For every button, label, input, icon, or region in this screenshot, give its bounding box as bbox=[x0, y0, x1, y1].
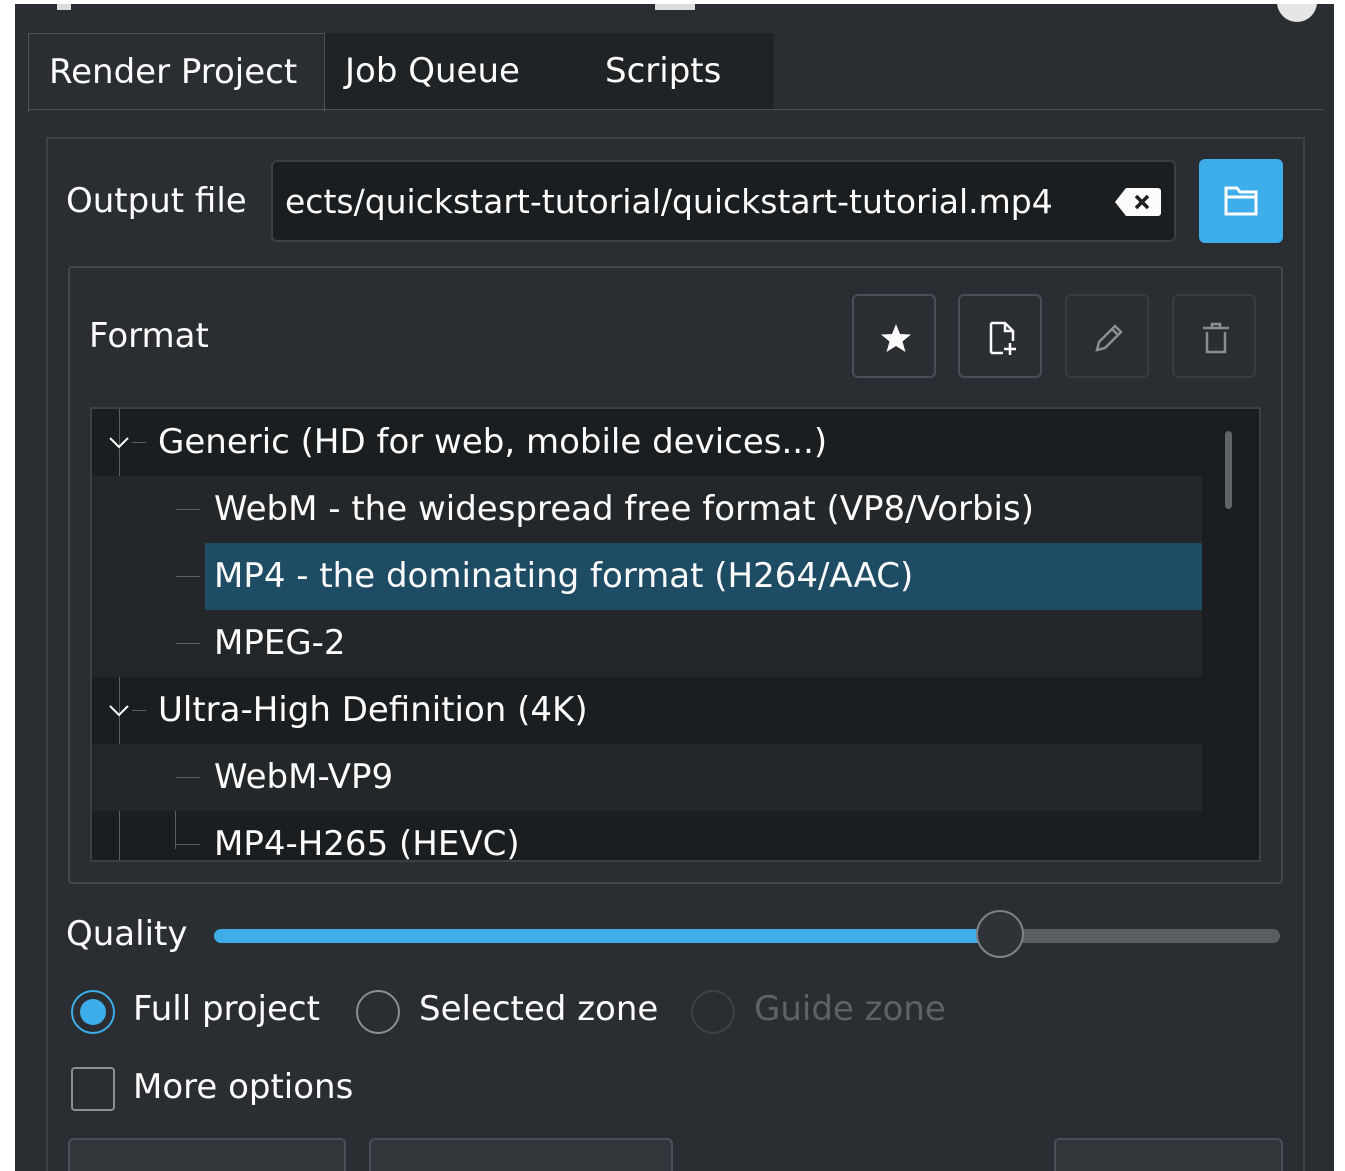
format-label: Format bbox=[89, 316, 209, 356]
window-control-button[interactable] bbox=[1277, 4, 1317, 22]
tree-connector bbox=[176, 509, 200, 510]
quality-label: Quality bbox=[66, 914, 188, 954]
format-tree[interactable]: Generic (HD for web, mobile devices...) … bbox=[90, 407, 1261, 862]
tree-group-label: Generic (HD for web, mobile devices...) bbox=[158, 422, 828, 462]
quality-slider-track[interactable] bbox=[1000, 929, 1280, 943]
favorite-button[interactable] bbox=[852, 294, 936, 378]
close-button[interactable] bbox=[1054, 1138, 1283, 1171]
chevron-down-icon[interactable] bbox=[108, 704, 130, 718]
render-to-file-button[interactable] bbox=[68, 1138, 346, 1171]
tree-item-mp4[interactable]: MP4 - the dominating format (H264/AAC) bbox=[92, 543, 1202, 610]
tree-connector bbox=[176, 643, 200, 644]
tree-item-mpeg2[interactable]: MPEG-2 bbox=[92, 610, 1202, 677]
render-dialog: Render Project Job Queue Scripts Output … bbox=[15, 4, 1334, 1171]
quality-slider-handle[interactable] bbox=[976, 910, 1024, 958]
tab-divider bbox=[28, 109, 1323, 110]
tree-group-uhd[interactable]: Ultra-High Definition (4K) bbox=[92, 677, 1202, 744]
edit-pencil-icon bbox=[1095, 324, 1123, 352]
full-project-label[interactable]: Full project bbox=[133, 989, 320, 1029]
tree-connector bbox=[176, 576, 200, 577]
tree-item-label: WebM-VP9 bbox=[214, 757, 394, 797]
tree-connector bbox=[132, 710, 146, 711]
tree-item-label: MP4 - the dominating format (H264/AAC) bbox=[214, 556, 914, 596]
selected-zone-label[interactable]: Selected zone bbox=[419, 989, 658, 1029]
generate-script-button[interactable] bbox=[369, 1138, 673, 1171]
new-document-icon bbox=[989, 321, 1016, 355]
star-icon bbox=[881, 324, 911, 352]
tree-item-webm[interactable]: WebM - the widespread free format (VP8/V… bbox=[92, 476, 1202, 543]
tab-render-project[interactable]: Render Project bbox=[28, 33, 325, 112]
guide-zone-radio bbox=[691, 990, 735, 1034]
delete-profile-button[interactable] bbox=[1172, 294, 1256, 378]
more-options-checkbox[interactable] bbox=[71, 1067, 115, 1111]
output-file-field[interactable]: ects/quickstart-tutorial/quickstart-tuto… bbox=[271, 160, 1176, 242]
tab-job-queue[interactable]: Job Queue bbox=[325, 33, 552, 109]
quality-slider-fill[interactable] bbox=[214, 929, 1004, 943]
edit-profile-button[interactable] bbox=[1065, 294, 1149, 378]
output-file-value[interactable]: ects/quickstart-tutorial/quickstart-tuto… bbox=[285, 182, 1053, 221]
tree-item-mp4-h265[interactable]: MP4-H265 (HEVC) bbox=[92, 811, 1202, 862]
selected-zone-radio[interactable] bbox=[356, 990, 400, 1034]
tree-item-label: WebM - the widespread free format (VP8/V… bbox=[214, 489, 1034, 529]
titlebar-fragment bbox=[655, 4, 695, 10]
tree-connector bbox=[176, 777, 200, 778]
new-profile-button[interactable] bbox=[958, 294, 1042, 378]
tab-scripts[interactable]: Scripts bbox=[552, 33, 774, 109]
tree-scrollbar[interactable] bbox=[1225, 431, 1232, 509]
tree-group-generic[interactable]: Generic (HD for web, mobile devices...) bbox=[92, 409, 1202, 476]
trash-icon bbox=[1203, 322, 1229, 354]
folder-icon bbox=[1224, 186, 1258, 216]
more-options-label[interactable]: More options bbox=[133, 1067, 353, 1107]
output-file-label: Output file bbox=[66, 181, 247, 221]
tree-connector bbox=[132, 442, 146, 443]
tree-item-webm-vp9[interactable]: WebM-VP9 bbox=[92, 744, 1202, 811]
chevron-down-icon[interactable] bbox=[108, 436, 130, 450]
titlebar-fragment bbox=[57, 4, 71, 10]
guide-zone-label: Guide zone bbox=[754, 989, 946, 1029]
browse-folder-button[interactable] bbox=[1199, 159, 1283, 243]
tree-item-label: MPEG-2 bbox=[214, 623, 346, 663]
backspace-clear-icon[interactable] bbox=[1114, 186, 1162, 218]
tree-item-label: MP4-H265 (HEVC) bbox=[214, 824, 520, 862]
tree-group-label: Ultra-High Definition (4K) bbox=[158, 690, 588, 730]
full-project-radio[interactable] bbox=[71, 990, 115, 1034]
tree-connector bbox=[176, 844, 200, 845]
